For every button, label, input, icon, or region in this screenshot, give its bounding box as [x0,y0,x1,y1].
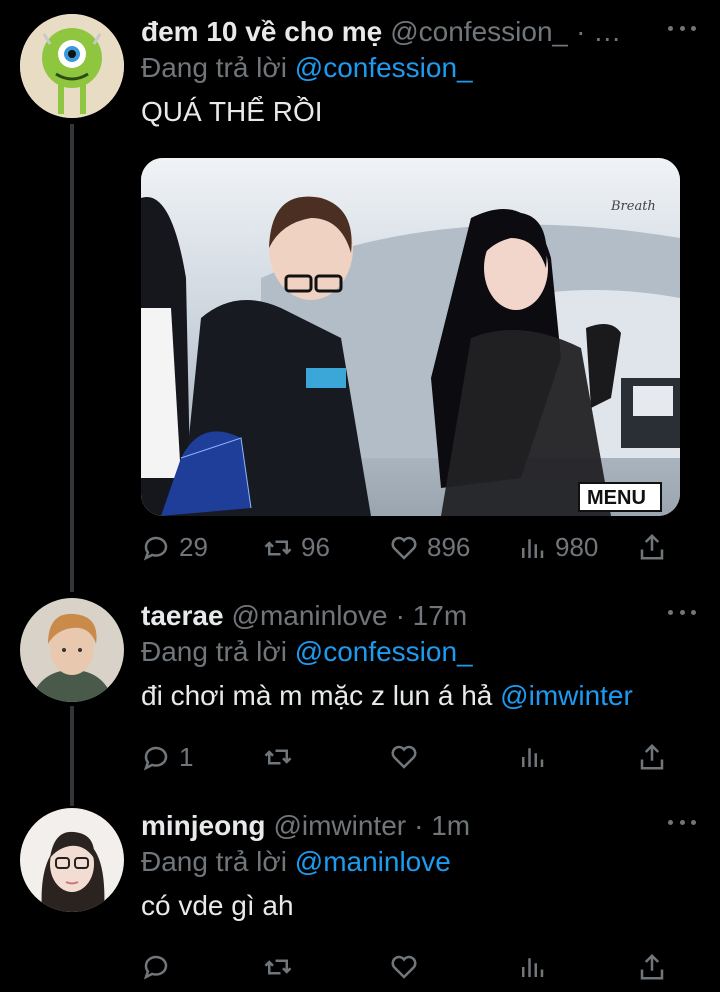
tweet-text-body: đi chơi mà m mặc z lun á hả [141,680,493,711]
more-options-icon[interactable] [664,810,700,834]
views-icon [522,748,544,767]
replying-to-label: Đang trả lời [141,636,287,667]
share-button[interactable] [637,532,667,562]
photo-watermark: Breath [610,199,656,214]
photo-content: Breath MENU [141,158,680,516]
retweet-button[interactable]: 96 [263,532,330,563]
user-handle[interactable]: @imwinter [273,808,406,844]
share-icon [640,743,664,770]
retweet-icon [264,959,292,975]
user-handle[interactable]: @confession_ [390,14,568,50]
heart-icon [391,536,417,560]
tweet-text-mention[interactable]: @imwinter [500,680,633,711]
more-options-icon[interactable] [664,16,700,40]
reply-button[interactable] [141,952,171,982]
reply-count: 29 [179,532,208,562]
reply-icon [143,536,168,560]
share-icon [640,953,664,980]
tweet-text: có vde gì ah [141,890,294,921]
tweet-text: đi chơi mà m mặc z lun á hả @imwinter [141,678,700,714]
timestamp[interactable]: · … [576,14,621,50]
tweet-actions: 29 96 896 980 [141,532,671,572]
reply-icon [143,955,168,980]
share-button[interactable] [637,952,667,982]
replying-to-label: Đang trả lời [141,846,287,877]
reply-button[interactable]: 1 [141,742,193,773]
timestamp[interactable]: · 17m [396,598,468,634]
reply-button[interactable]: 29 [141,532,208,563]
like-button[interactable] [389,742,419,772]
like-button[interactable] [389,952,419,982]
tweet[interactable]: đem 10 về cho mẹ @confession_ · … Đang t… [0,0,720,590]
replying-to-mention[interactable]: @confession_ [295,636,473,667]
more-options-icon[interactable] [664,600,700,624]
display-name[interactable]: taerae [141,598,224,634]
reply-icon [143,746,168,770]
tweet-actions [141,952,671,992]
share-icon [640,533,664,560]
replying-to-mention[interactable]: @maninlove [295,846,451,877]
replying-to-mention[interactable]: @confession_ [295,52,473,83]
display-name[interactable]: minjeong [141,808,265,844]
retweet-icon [264,749,292,765]
display-name[interactable]: đem 10 về cho mẹ [141,14,382,50]
timestamp[interactable]: · 1m [414,808,470,844]
replying-to-label: Đang trả lời [141,52,287,83]
views-count: 980 [555,532,599,562]
views-icon [522,958,544,977]
share-button[interactable] [637,742,667,772]
tweet-text: QUÁ THỂ RỒI [141,96,323,127]
views-button[interactable]: 980 [517,532,598,563]
avatar-image [20,14,124,118]
replying-to: Đang trả lời @confession_ [141,634,700,670]
avatar[interactable] [20,808,124,912]
avatar[interactable] [20,14,124,118]
tweet[interactable]: taerae @maninlove · 17m Đang trả lời @co… [0,590,720,800]
retweet-icon [264,540,292,555]
views-icon [522,538,544,558]
heart-icon [391,955,417,979]
avatar-image [20,598,124,702]
retweet-button[interactable] [263,952,293,982]
tweet-actions: 1 [141,742,671,782]
avatar-image [20,808,124,912]
views-button[interactable] [517,742,547,772]
views-button[interactable] [517,952,547,982]
replying-to: Đang trả lời @maninlove [141,844,700,880]
tweet[interactable]: minjeong @imwinter · 1m Đang trả lời @ma… [0,800,720,992]
like-button[interactable]: 896 [389,532,470,563]
like-count: 896 [427,532,471,562]
user-handle[interactable]: @maninlove [232,598,388,634]
avatar[interactable] [20,598,124,702]
tweet-photo[interactable]: Breath MENU [141,158,680,516]
replying-to: Đang trả lời @confession_ [141,50,700,86]
photo-menu-label: MENU [587,487,646,509]
retweet-button[interactable] [263,742,293,772]
reply-count: 1 [179,742,194,772]
retweet-count: 96 [301,532,330,562]
heart-icon [391,745,417,769]
